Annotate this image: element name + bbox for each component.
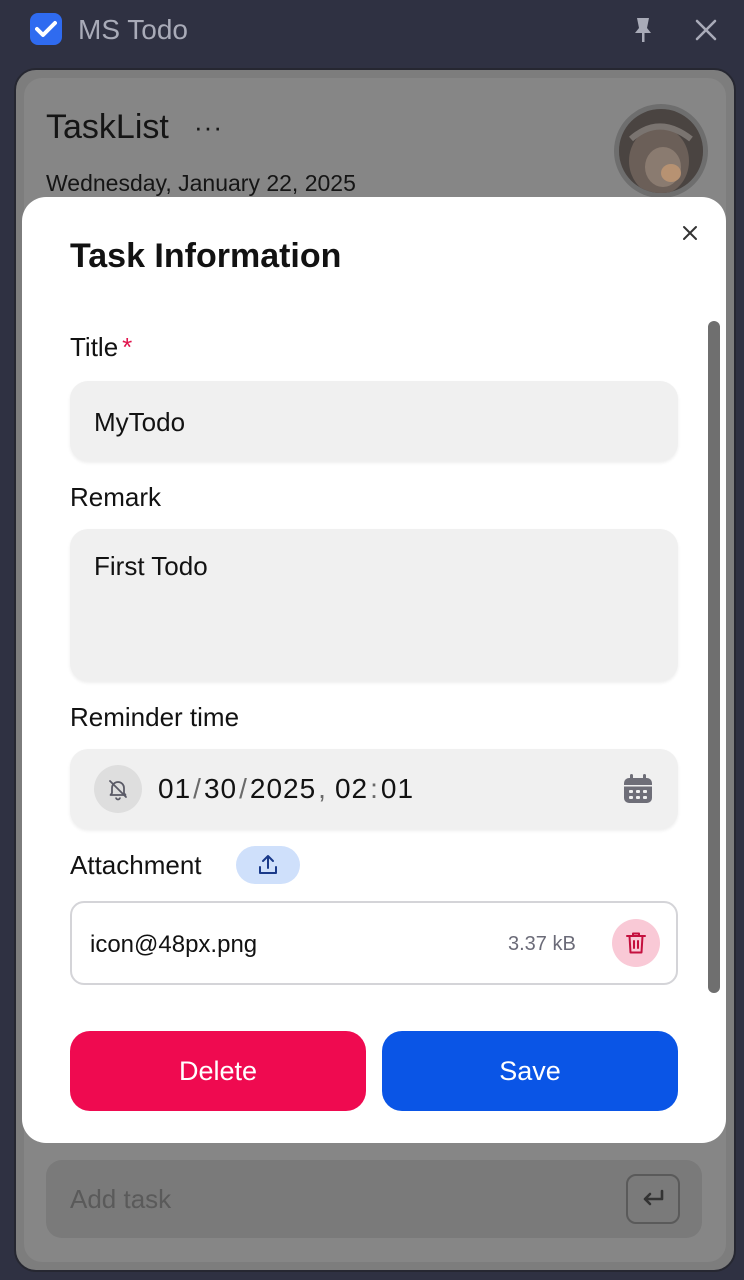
time-separator: : xyxy=(370,773,379,804)
date-separator: / xyxy=(239,773,248,804)
remark-textarea-value: First Todo xyxy=(94,551,208,581)
attachment-filesize: 3.37 kB xyxy=(508,933,576,955)
minute-segment[interactable]: 01 xyxy=(381,773,414,805)
more-options-button[interactable]: ··· xyxy=(194,112,223,143)
delete-button[interactable]: Delete xyxy=(70,1031,366,1111)
month-segment[interactable]: 01 xyxy=(158,773,191,805)
remark-label: Remark xyxy=(70,482,162,512)
title-input[interactable]: MyTodo xyxy=(70,381,678,461)
attachment-label: Attachment xyxy=(70,850,202,880)
title-label: Title * xyxy=(70,332,132,363)
reminder-time-input[interactable]: 01 / 30 / 2025 , 02 : 01 xyxy=(70,749,678,829)
checkbox-icon xyxy=(30,13,62,45)
remark-textarea[interactable]: First Todo xyxy=(70,529,678,681)
date-time-separator: , xyxy=(318,773,327,804)
pin-icon[interactable] xyxy=(630,16,656,44)
close-icon[interactable] xyxy=(692,16,720,44)
add-task-field[interactable]: Add task xyxy=(46,1160,702,1238)
save-button[interactable]: Save xyxy=(382,1031,678,1111)
hour-segment[interactable]: 02 xyxy=(335,773,368,805)
title-input-value: MyTodo xyxy=(94,407,186,437)
reminder-time-label: Reminder time xyxy=(70,702,240,732)
attachment-item: icon@48px.png 3.37 kB xyxy=(70,901,678,985)
title-bar: MS Todo xyxy=(0,0,744,60)
attachment-filename[interactable]: icon@48px.png xyxy=(90,931,257,959)
enter-icon[interactable] xyxy=(626,1174,680,1224)
trash-icon xyxy=(626,932,646,954)
title-label-text: Title xyxy=(70,332,119,362)
reminder-datetime[interactable]: 01 / 30 / 2025 , 02 : 01 xyxy=(158,773,414,805)
day-segment[interactable]: 30 xyxy=(204,773,237,805)
calendar-icon[interactable] xyxy=(622,773,654,805)
bell-off-icon[interactable] xyxy=(94,765,142,813)
dialog-title: Task Information xyxy=(70,237,342,275)
add-task-placeholder: Add task xyxy=(70,1184,172,1214)
upload-icon xyxy=(259,855,277,874)
delete-attachment-button[interactable] xyxy=(612,919,660,967)
task-information-dialog: Task Information Title * MyTodo Remark Fi… xyxy=(22,197,726,1143)
upload-button[interactable] xyxy=(236,846,300,884)
app-title: MS Todo xyxy=(78,14,188,45)
close-icon[interactable] xyxy=(678,221,702,245)
required-mark: * xyxy=(122,332,133,362)
scrollbar[interactable] xyxy=(708,321,720,993)
list-title: TaskList xyxy=(46,108,169,146)
year-segment[interactable]: 2025 xyxy=(250,773,316,805)
list-date: Wednesday, January 22, 2025 xyxy=(46,170,356,196)
avatar[interactable] xyxy=(614,104,708,198)
date-separator: / xyxy=(193,773,202,804)
